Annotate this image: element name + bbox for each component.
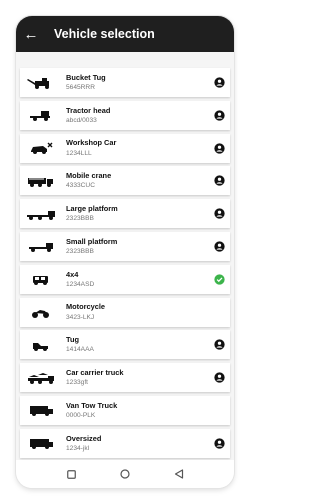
triangle-back-icon [174,469,184,479]
motorcycle-icon [20,298,62,327]
vehicle-row[interactable]: Oversized 1234-jkl [20,428,230,458]
vehicle-name: Mobile crane [66,171,112,181]
vehicle-row[interactable]: Van Tow Truck 0000-PLK [20,395,230,425]
vehicle-text: Tractor head abcd/0033 [62,105,208,124]
oversized-icon [20,429,62,458]
vehicle-plate: 1234ASD [66,280,95,288]
vehicle-row[interactable]: Bucket Tug 5645RRR [20,68,230,97]
mobile-crane-icon [20,166,62,195]
vehicle-row[interactable]: Workshop Car 1234LLL [20,133,230,163]
vehicle-list: Bucket Tug 5645RRR Tractor head abcd/0033 Wo… [20,68,230,488]
workshop-car-icon [20,134,62,163]
person-icon[interactable] [208,77,230,88]
van-tow-truck-icon [20,396,62,425]
vehicle-name: Large platform [66,203,118,213]
vehicle-plate: 0000-PLK [66,411,96,419]
vehicle-plate: abcd/0033 [66,116,97,124]
app-bar: ← Vehicle selection [16,16,234,52]
small-platform-icon [20,232,62,261]
bucket-tug-icon [20,68,62,97]
person-icon[interactable] [208,339,230,351]
vehicle-row[interactable]: Motorcycle 3423-LKJ [20,297,230,327]
person-icon[interactable] [208,142,230,154]
vehicle-name: Bucket Tug [66,72,106,82]
vehicle-text: Small platform 2323BBB [62,236,208,255]
vehicle-name: Oversized [66,433,102,443]
vehicle-row[interactable]: Mobile crane 4333CUC [20,166,230,196]
vehicle-plate: 1233gft [66,379,88,387]
vehicle-plate: 4333CUC [66,182,95,190]
person-icon[interactable] [208,372,230,383]
vehicle-text: Van Tow Truck 0000-PLK [62,400,208,419]
vehicle-name: Van Tow Truck [66,400,118,410]
recents-button[interactable] [64,467,78,481]
vehicle-text: Oversized 1234-jkl [62,433,208,452]
vehicle-row[interactable]: Large platform 2323BBB [20,199,230,229]
vehicle-text: Car carrier truck 1233gft [62,367,208,387]
vehicle-text: Motorcycle 3423-LKJ [62,302,208,321]
car-carrier-truck-icon [20,363,62,392]
vehicle-row[interactable]: Tug 1414AAA [20,330,230,360]
person-icon[interactable] [208,175,230,187]
phone-screen: ← Vehicle selection Bucket Tug 5645RRR Tra… [16,16,234,488]
system-back-button[interactable] [172,467,186,481]
vehicle-text: Large platform 2323BBB [62,203,208,223]
person-icon[interactable] [208,241,230,252]
vehicle-name: Tug [66,335,79,345]
vehicle-name: Car carrier truck [66,367,124,377]
circle-icon [120,469,130,479]
system-nav-bar [16,460,234,488]
tractor-head-icon [20,101,62,130]
large-platform-icon [20,199,62,228]
vehicle-plate: 3423-LKJ [66,313,95,321]
vehicle-text: Mobile crane 4333CUC [62,171,208,190]
person-icon[interactable] [208,110,230,121]
vehicle-plate: 1414AAA [66,346,94,354]
person-icon[interactable] [208,208,230,219]
check-circle-icon [208,274,230,285]
vehicle-name: Small platform [66,236,118,246]
vehicle-row[interactable]: Tractor head abcd/0033 [20,100,230,130]
vehicle-name: 4x4 [66,269,79,279]
vehicle-plate: 2323BBB [66,215,94,223]
vehicle-text: 4x4 1234ASD [62,269,208,288]
vehicle-name: Tractor head [66,105,111,115]
person-icon[interactable] [208,438,230,449]
vehicle-text: Bucket Tug 5645RRR [62,72,208,91]
vehicle-row[interactable]: Car carrier truck 1233gft [20,363,230,393]
vehicle-plate: 1234-jkl [66,444,90,452]
vehicle-name: Workshop Car [66,138,117,148]
vehicle-row[interactable]: 4x4 1234ASD [20,264,230,294]
vehicle-name: Motorcycle [66,302,106,312]
vehicle-row[interactable]: Small platform 2323BBB [20,231,230,261]
home-button[interactable] [118,467,132,481]
arrow-left-icon: ← [23,25,39,43]
tug-icon [20,330,62,359]
square-icon [66,469,76,479]
vehicle-plate: 2323BBB [66,247,94,255]
vehicle-plate: 1234LLL [66,149,92,157]
back-button[interactable]: ← [16,16,46,52]
vehicle-text: Tug 1414AAA [62,335,208,354]
vehicle-plate: 5645RRR [66,83,95,91]
4x4-icon [20,265,62,294]
page-title: Vehicle selection [54,27,155,41]
vehicle-text: Workshop Car 1234LLL [62,138,208,157]
